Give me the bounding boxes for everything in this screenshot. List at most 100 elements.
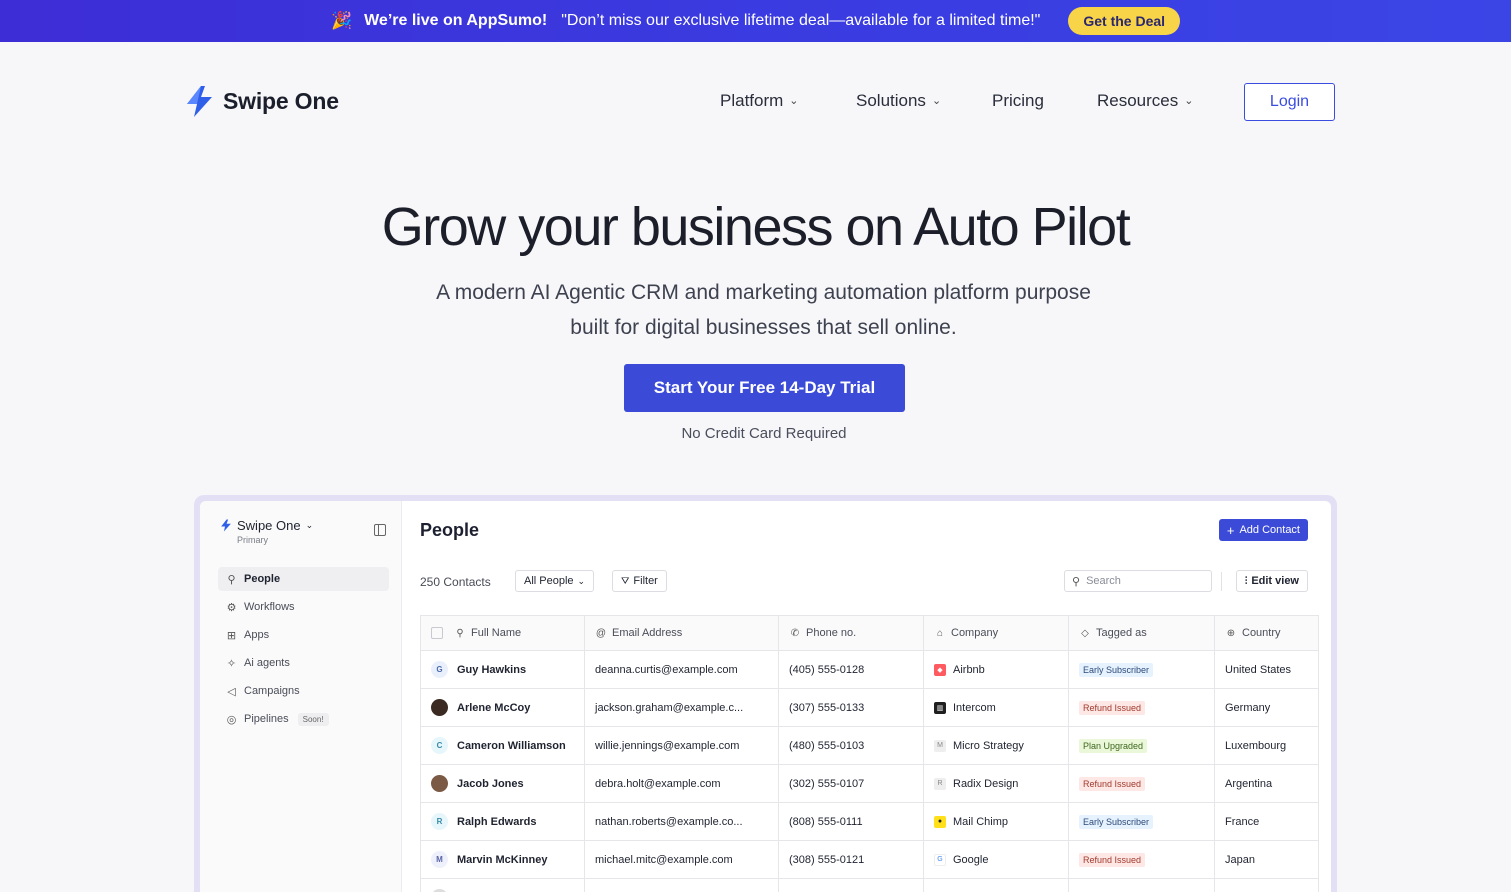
lightning-logo-icon [221,519,231,532]
lightning-logo-icon [187,86,212,117]
sidebar-item-people[interactable]: ⚲ People [218,567,389,591]
search-input[interactable]: ⚲ Search [1064,570,1212,592]
table-row[interactable]: C Cameron Williamson willie.jennings@exam… [420,726,1319,765]
contact-phone: (307) 555-0133 [778,688,924,727]
contact-country: Japan [1214,840,1319,879]
nav-solutions[interactable]: Solutions ⌄ [856,91,992,111]
select-all-checkbox[interactable] [431,627,443,639]
view-select[interactable]: All People ⌄ [515,570,595,592]
contact-country: Germany [1214,688,1319,727]
sidebar-item-ai-agents[interactable]: ✧ Ai agents [218,651,389,675]
phone-icon: ✆ [790,627,800,639]
column-label: Full Name [471,627,522,639]
brand-logo[interactable]: Swipe One [184,85,339,118]
avatar: R [431,813,448,830]
sidebar-item-apps[interactable]: ⊞ Apps [218,623,389,647]
table-row[interactable]: M Marvin McKinney michael.mitc@example.co… [420,840,1319,879]
page-title: People [420,520,480,540]
contact-email: debra.holt@example.com [584,764,779,803]
edit-view-button[interactable]: ⫶ Edit view [1235,570,1308,592]
search-icon: ⚲ [1072,575,1081,588]
contact-country: France [1214,802,1319,841]
no-credit-card-note: No Credit Card Required [681,425,847,442]
globe-icon: ⊕ [1226,627,1236,639]
avatar: C [431,737,448,754]
table-row[interactable]: R Ralph Edwards nathan.roberts@example.co… [420,802,1319,841]
start-trial-button[interactable]: Start Your Free 14-Day Trial [624,364,905,412]
hero-title: Grow your business on Auto Pilot [381,197,1131,257]
sidebar-item-pipelines[interactable]: ◎ Pipelines Soon! [218,707,389,731]
column-header-company[interactable]: ⌂ Company [923,615,1069,651]
mailchimp-logo-icon: ● [934,815,946,828]
brand-name: Swipe One [223,88,339,114]
workspace-name: Swipe One [237,518,301,533]
get-deal-button[interactable]: Get the Deal [1068,7,1181,35]
workspace-sub: Primary [237,535,268,545]
column-header-phone[interactable]: ✆ Phone no. [778,615,924,651]
person-icon: ⚲ [456,627,464,639]
app-preview: Swipe One ⌄ Primary ⚲ People ⚙ Workflows… [194,495,1337,892]
contact-email: michael.mitc@example.com [584,840,779,879]
login-button[interactable]: Login [1244,83,1335,121]
app-main: People + Add Contact 250 Contacts All Pe… [402,501,1331,892]
contact-company: Micro Strategy [953,739,1024,752]
view-select-label: All People [524,575,574,587]
filter-button[interactable]: ⛛ Filter [612,570,667,592]
tag-badge: Early Subscriber [1079,814,1154,829]
search-placeholder: Search [1086,575,1121,587]
column-header-country[interactable]: ⊕ Country [1214,615,1319,651]
hero-subtitle-line-2: built for digital businesses that sell o… [570,316,957,339]
nav-platform[interactable]: Platform ⌄ [720,91,856,111]
soon-badge: Soon! [297,712,329,726]
party-popper-icon: 🎉 [330,11,353,30]
contact-phone: (808) 555-0111 [778,802,924,841]
contact-name: Marvin McKinney [457,853,548,866]
apps-grid-icon: ⊞ [226,629,237,642]
nav-platform-label: Platform [720,91,784,110]
chevron-down-icon: ⌄ [305,520,314,530]
microstrategy-logo-icon: M [934,739,946,752]
tag-badge: Refund Issued [1079,700,1146,715]
table-toolbar: 250 Contacts All People ⌄ ⛛ Filter ⚲ Sea… [420,570,1308,593]
contact-phone: (480) 555-0103 [778,726,924,765]
sidebar-item-label: Campaigns [244,685,300,697]
sidebar-item-label: Ai agents [244,657,290,669]
sidebar-item-workflows[interactable]: ⚙ Workflows [218,595,389,619]
add-contact-button[interactable]: + Add Contact [1218,519,1308,541]
banner-live-text: We’re live on AppSumo! [364,12,548,29]
contact-email: deanna.curtis@example.com [584,650,779,689]
contact-company: Radix Design [953,777,1019,790]
chevron-down-icon: ⌄ [577,575,586,586]
nav-pricing[interactable]: Pricing [992,91,1097,111]
table-row[interactable]: Arlene McCoy jackson.graham@example.c...… [420,688,1319,727]
edit-view-label: Edit view [1251,575,1299,587]
hero-subtitle: A modern AI Agentic CRM and marketing au… [0,275,1511,345]
contact-phone: (308) 555-0121 [778,840,924,879]
column-label: Company [951,627,999,639]
collapse-sidebar-icon[interactable] [374,524,386,536]
tag-badge: Early Subscriber [1079,662,1154,677]
workspace-switcher[interactable]: Swipe One ⌄ Primary [220,518,313,545]
contact-country: Argentina [1214,764,1319,803]
sliders-icon: ⫶ [1244,575,1248,587]
sidebar-item-campaigns[interactable]: ◁ Campaigns [218,679,389,703]
column-header-full-name[interactable]: ⚲ Full Name [420,615,585,651]
plus-icon: + [1226,522,1235,538]
contact-email: nathan.roberts@example.co... [584,802,779,841]
tag-badge: Plan Upgraded [1079,738,1148,753]
column-label: Email Address [612,627,683,639]
column-header-tags[interactable]: ◇ Tagged as [1068,615,1215,651]
column-header-email[interactable]: @ Email Address [584,615,779,651]
contact-phone: (405) 555-0128 [778,650,924,689]
nav-resources[interactable]: Resources ⌄ [1097,91,1193,111]
megaphone-icon: ◁ [227,685,236,698]
nav-solutions-label: Solutions [856,91,926,110]
intercom-logo-icon: ▥ [934,701,946,714]
person-icon: ⚲ [227,573,236,586]
table-row[interactable]: Jacob Jones debra.holt@example.com (302)… [420,764,1319,803]
table-row[interactable]: G Guy Hawkins deanna.curtis@example.com (… [420,650,1319,689]
avatar: M [431,851,448,868]
contact-country: United States [1214,650,1319,689]
table-row[interactable] [420,878,1319,892]
contact-company: Intercom [953,701,996,714]
